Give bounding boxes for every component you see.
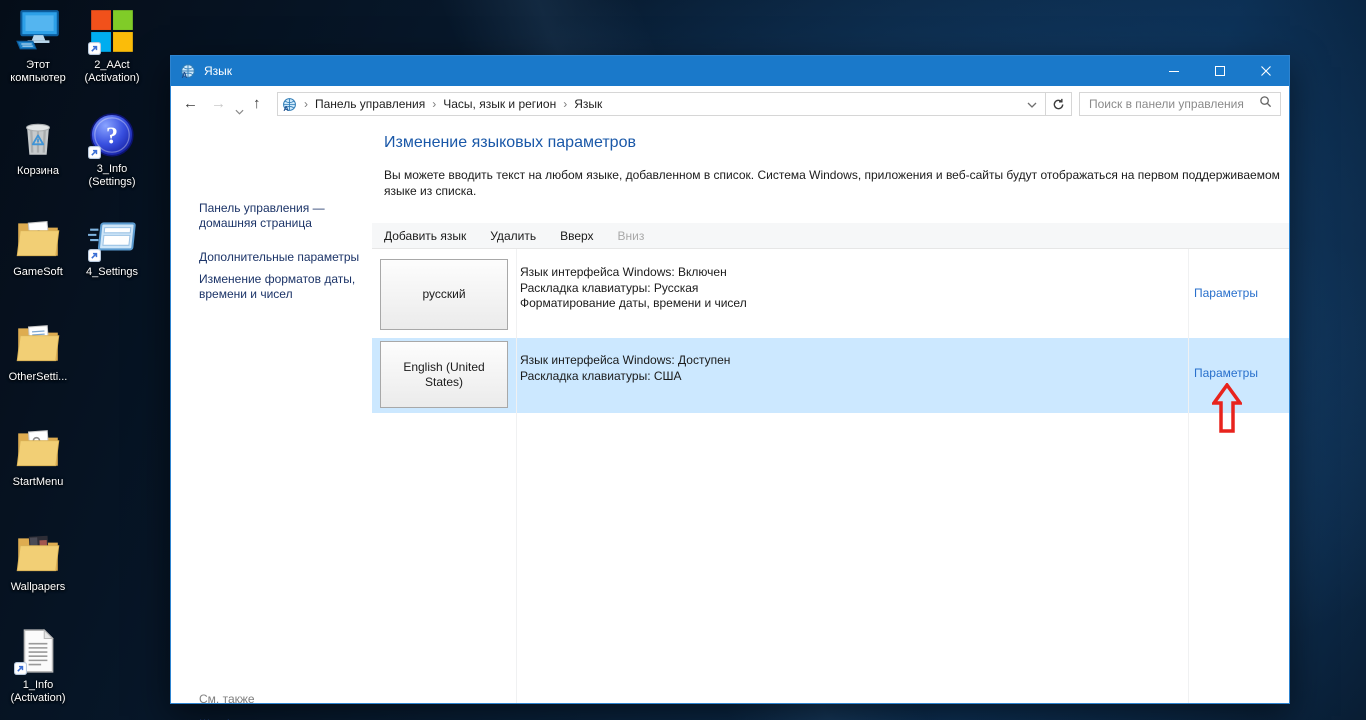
- folder-images-icon: [13, 528, 63, 578]
- desktop-icon-label: StartMenu: [1, 476, 75, 489]
- desktop-icon-label: OtherSetti...: [1, 371, 75, 384]
- window-title: Язык: [204, 64, 232, 78]
- detail-line: Форматирование даты, времени и чисел: [520, 296, 747, 312]
- sidebar-link-control-panel-home[interactable]: Панель управления — домашняя страница: [199, 201, 367, 231]
- desktop-icon-recycle-bin[interactable]: Корзина: [1, 112, 75, 178]
- breadcrumb-separator: ›: [304, 97, 308, 111]
- recycle-bin-icon: [13, 112, 63, 162]
- desktop-icon-label: Этот компьютер: [1, 59, 75, 85]
- options-link-russian[interactable]: Параметры: [1194, 286, 1258, 300]
- detail-line: Раскладка клавиатуры: США: [520, 369, 730, 385]
- move-down-button: Вниз: [618, 229, 645, 243]
- search-input[interactable]: [1080, 97, 1259, 111]
- breadcrumb-language[interactable]: Язык: [574, 97, 602, 111]
- svg-text:A: A: [283, 104, 289, 112]
- selected-row-highlight: [372, 338, 1289, 413]
- desktop-icon-label: GameSoft: [1, 266, 75, 279]
- back-button[interactable]: ←: [183, 94, 198, 114]
- shortcut-arrow-icon: [88, 42, 101, 55]
- text-document-icon: [13, 626, 63, 676]
- language-list: русский Язык интерфейса Windows: Включен…: [372, 249, 1289, 703]
- close-button[interactable]: [1243, 56, 1289, 86]
- detail-line: Раскладка клавиатуры: Русская: [520, 281, 747, 297]
- desktop-icon-gamesoft[interactable]: GameSoft: [1, 213, 75, 279]
- language-tile-english[interactable]: English (United States): [380, 341, 508, 408]
- main-pane: Изменение языковых параметров Вы можете …: [372, 122, 1289, 703]
- folder-documents-icon: [13, 318, 63, 368]
- sidebar-link-advanced-settings[interactable]: Дополнительные параметры: [199, 250, 367, 265]
- desktop-icon-label: Wallpapers: [1, 581, 75, 594]
- desktop-icon-label: Корзина: [1, 165, 75, 178]
- desktop-icon-label: 1_Info (Activation): [1, 679, 75, 705]
- desktop-icon-label: 3_Info (Settings): [75, 163, 149, 189]
- breadcrumb-control-panel[interactable]: Панель управления: [315, 97, 425, 111]
- language-tile-russian[interactable]: русский: [380, 259, 508, 330]
- search-icon[interactable]: [1259, 95, 1272, 113]
- address-dropdown-icon[interactable]: [1027, 97, 1037, 111]
- folder-icon: [13, 213, 63, 263]
- language-details-english: Язык интерфейса Windows: Доступен Раскла…: [520, 353, 730, 384]
- up-button[interactable]: ↑: [253, 94, 261, 114]
- window-content: Панель управления — домашняя страница До…: [171, 122, 1289, 703]
- desktop-icon-2-aact[interactable]: 2_AAct (Activation): [75, 6, 149, 85]
- options-link-english[interactable]: Параметры: [1194, 366, 1258, 380]
- desktop-icon-wallpapers[interactable]: Wallpapers: [1, 528, 75, 594]
- address-breadcrumb-box[interactable]: A › Панель управления › Часы, язык и рег…: [277, 92, 1046, 116]
- windows-logo-icon: [87, 6, 137, 56]
- computer-icon: [13, 6, 63, 56]
- desktop-icon-1-info[interactable]: 1_Info (Activation): [1, 626, 75, 705]
- remove-language-button[interactable]: Удалить: [490, 229, 536, 243]
- refresh-button[interactable]: [1045, 92, 1072, 116]
- breadcrumb-clock-language-region[interactable]: Часы, язык и регион: [443, 97, 556, 111]
- column-separator: [516, 249, 517, 703]
- desktop-icon-3-info[interactable]: ? 3_Info (Settings): [75, 110, 149, 189]
- breadcrumb-separator: ›: [432, 97, 436, 111]
- desktop-icon-othersettings[interactable]: OtherSetti...: [1, 318, 75, 384]
- detail-line: Язык интерфейса Windows: Доступен: [520, 353, 730, 369]
- annotation-arrow-up-icon: [1212, 383, 1242, 433]
- language-details-russian: Язык интерфейса Windows: Включен Расклад…: [520, 265, 747, 312]
- language-control-panel-window: A Язык ← → ↑: [170, 55, 1290, 704]
- language-globe-icon: A: [282, 97, 297, 112]
- language-list-toolbar: Добавить язык Удалить Вверх Вниз: [372, 223, 1289, 249]
- desktop: Этот компьютер 2_AAct (Activation): [0, 0, 1366, 720]
- detail-line: Язык интерфейса Windows: Включен: [520, 265, 747, 281]
- language-globe-icon: A: [180, 63, 196, 79]
- move-up-button[interactable]: Вверх: [560, 229, 593, 243]
- page-description: Вы можете вводить текст на любом языке, …: [384, 168, 1290, 199]
- shortcut-arrow-icon: [14, 662, 27, 675]
- see-also-header: См. также: [199, 692, 255, 706]
- desktop-icon-startmenu[interactable]: StartMenu: [1, 423, 75, 489]
- settings-app-icon: [87, 213, 137, 263]
- address-bar: ← → ↑ A › Панель управления › Часы, язык…: [171, 86, 1289, 122]
- title-bar: A Язык: [171, 56, 1289, 86]
- page-title: Изменение языковых параметров: [384, 134, 636, 152]
- add-language-button[interactable]: Добавить язык: [384, 229, 466, 243]
- desktop-icon-4-settings[interactable]: 4_Settings: [75, 213, 149, 279]
- svg-text:A: A: [182, 71, 188, 79]
- forward-button[interactable]: →: [211, 94, 226, 114]
- column-separator: [1188, 249, 1189, 703]
- desktop-icon-label: 4_Settings: [75, 266, 149, 279]
- breadcrumb-separator: ›: [563, 97, 567, 111]
- maximize-button[interactable]: [1197, 56, 1243, 86]
- minimize-button[interactable]: [1151, 56, 1197, 86]
- shortcut-arrow-icon: [88, 146, 101, 159]
- sidebar-link-change-date-time-formats[interactable]: Изменение форматов даты, времени и чисел: [199, 272, 367, 302]
- svg-text:?: ?: [106, 123, 118, 149]
- shortcut-arrow-icon: [88, 249, 101, 262]
- search-box: [1079, 92, 1281, 116]
- folder-gear-icon: [13, 423, 63, 473]
- desktop-icon-this-pc[interactable]: Этот компьютер: [1, 6, 75, 85]
- sidebar: Панель управления — домашняя страница До…: [171, 122, 372, 703]
- desktop-icon-label: 2_AAct (Activation): [75, 59, 149, 85]
- history-dropdown-icon[interactable]: [235, 102, 244, 120]
- help-icon: ?: [87, 110, 137, 160]
